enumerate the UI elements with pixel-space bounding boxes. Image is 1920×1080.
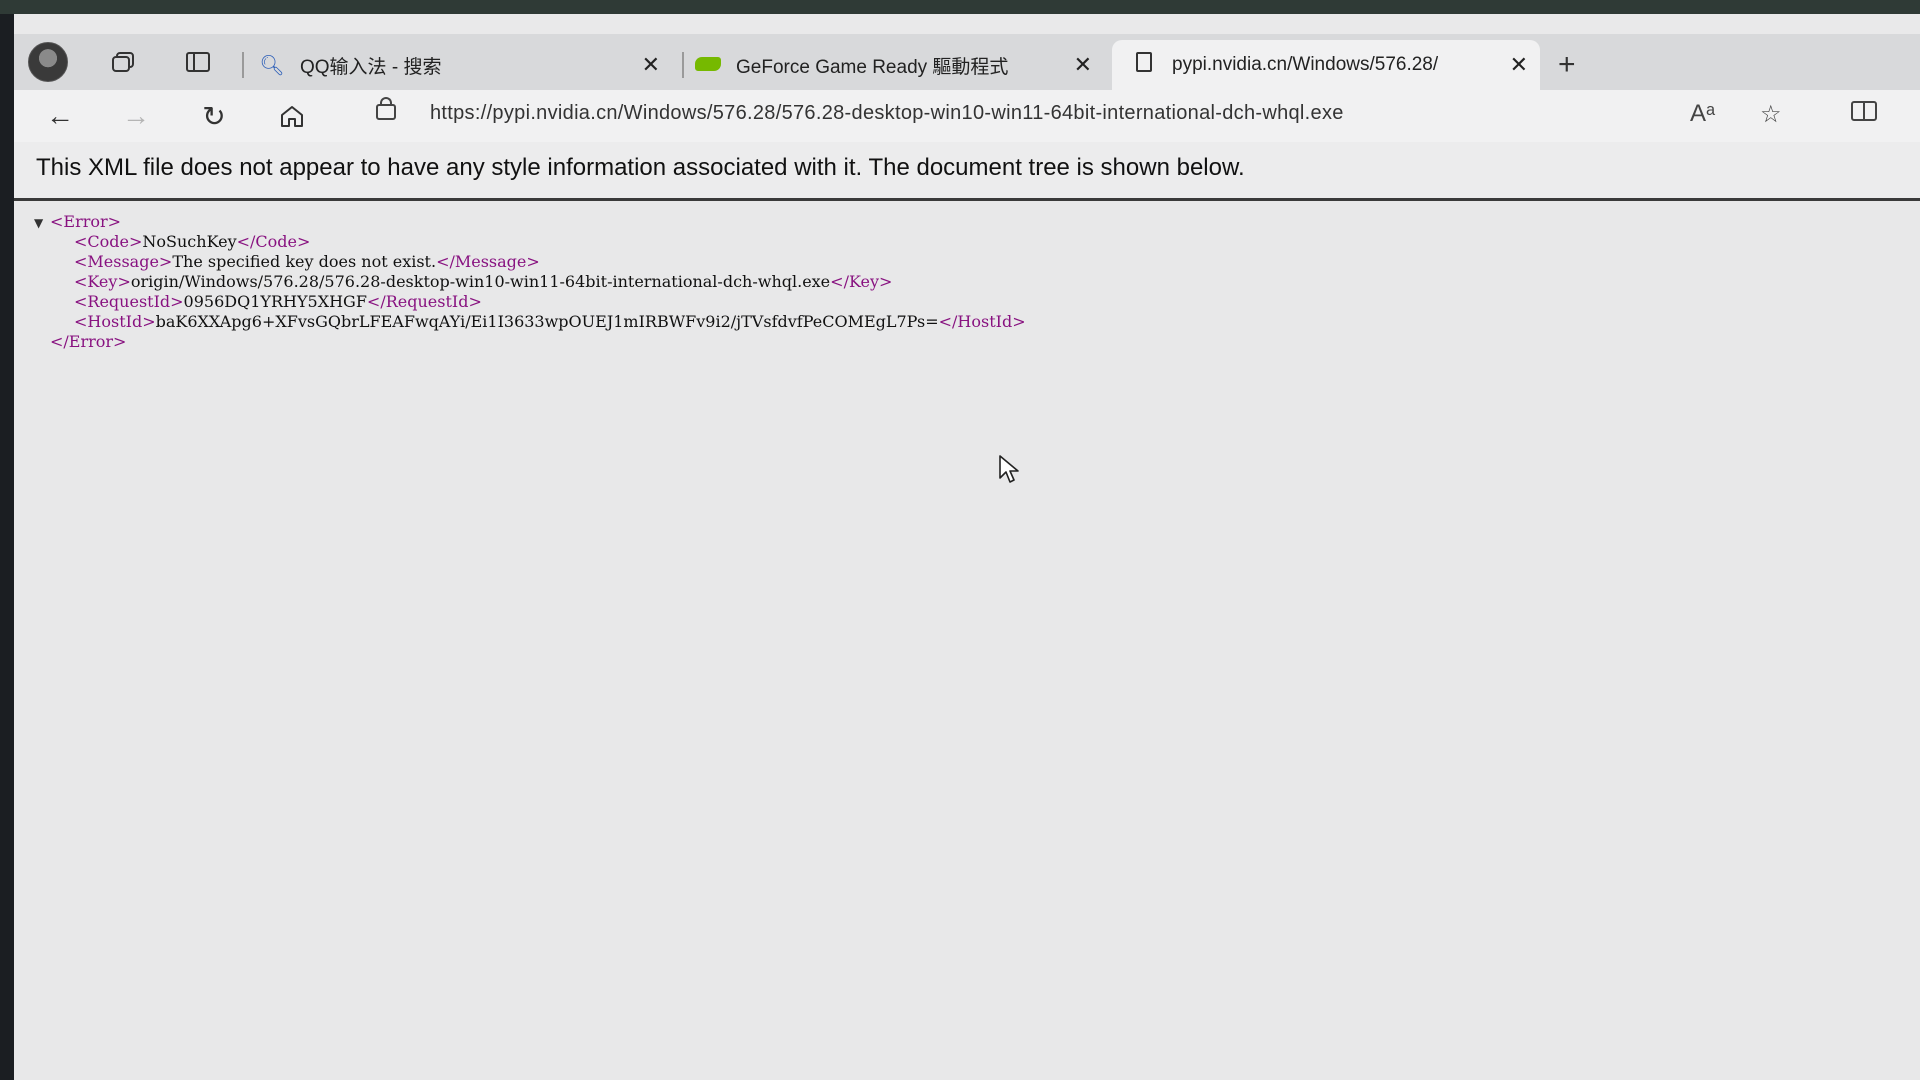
tab-separator [682,52,684,78]
xml-tag: <Key> [74,272,131,291]
xml-value: baK6XXApg6+XFvsGQbrLFEAFwqAYi/Ei1I3633wp… [155,312,939,331]
split-screen-button[interactable] [1850,100,1878,129]
xml-node-code: <Code>NoSuchKey</Code> [34,232,1026,252]
xml-tag: </Message> [436,252,540,271]
vertical-tabs-icon[interactable] [178,42,218,82]
browser-window: 🔍︎ QQ输入法 - 搜索 ✕ GeForce Game Ready 驅動程式 … [14,14,1920,1080]
tab-label: QQ输入法 - 搜索 [300,56,442,78]
tab-label: GeForce Game Ready 驅動程式 [736,56,1009,78]
banner-text: This XML file does not appear to have an… [36,154,1245,181]
xml-tag: <RequestId> [74,292,184,311]
xml-node-key: <Key>origin/Windows/576.28/576.28-deskto… [34,272,1026,292]
xml-tag: <Message> [74,252,173,271]
forward-button[interactable]: → [116,98,156,134]
arrow-right-icon: → [122,100,150,131]
refresh-button[interactable]: ↻ [194,98,234,134]
page-content: This XML file does not appear to have an… [14,142,1920,1080]
xml-value: 0956DQ1YRHY5XHGF [183,292,367,311]
split-screen-icon [1851,101,1877,121]
search-icon: 🔍︎ [259,54,285,77]
xml-value: NoSuchKey [142,232,237,251]
document-icon [1130,52,1158,78]
xml-value: The specified key does not exist. [172,252,437,271]
close-icon[interactable]: ✕ [1510,52,1528,78]
xml-info-banner: This XML file does not appear to have an… [14,142,1920,201]
avatar-icon [28,42,68,82]
workspaces-icon[interactable] [104,42,144,82]
navigation-toolbar: ← → ↻ https://pypi.nvidia.cn/Windows/576… [14,90,1920,142]
xml-root-open[interactable]: ▼ <Error> [34,212,1026,232]
tab-label: pypi.nvidia.cn/Windows/576.28/ [1172,54,1439,75]
xml-value: origin/Windows/576.28/576.28-desktop-win… [130,272,831,291]
xml-tag: <Error> [50,212,122,231]
arrow-left-icon: ← [46,100,74,131]
star-icon: ☆ [1760,101,1782,128]
read-aloud-icon: Aᵃ [1690,100,1715,127]
xml-node-message: <Message>The specified key does not exis… [34,252,1026,272]
close-icon[interactable]: ✕ [642,52,660,78]
xml-tag: <HostId> [74,312,156,331]
read-aloud-button[interactable]: Aᵃ [1690,100,1715,128]
tab-geforce-driver[interactable]: GeForce Game Ready 驅動程式 ✕ [694,40,1104,90]
xml-tag: </RequestId> [366,292,482,311]
favorite-button[interactable]: ☆ [1760,100,1782,129]
xml-tag: </Error> [50,332,127,351]
tab-pypi-nvidia[interactable]: pypi.nvidia.cn/Windows/576.28/ ✕ [1112,40,1540,90]
close-icon[interactable]: ✕ [1074,52,1092,78]
xml-tree: ▼ <Error> <Code>NoSuchKey</Code> <Message… [34,212,1026,352]
xml-tag: </Key> [830,272,893,291]
back-button[interactable]: ← [40,98,80,134]
collapse-triangle-icon[interactable]: ▼ [34,213,50,233]
address-bar[interactable]: https://pypi.nvidia.cn/Windows/576.28/57… [430,102,1344,125]
xml-tag: </HostId> [938,312,1026,331]
lock-icon[interactable] [376,97,396,120]
tab-strip: 🔍︎ QQ输入法 - 搜索 ✕ GeForce Game Ready 驅動程式 … [14,34,1920,90]
refresh-icon: ↻ [202,100,226,132]
profile-avatar[interactable] [28,42,68,82]
tab-qq-search[interactable]: 🔍︎ QQ输入法 - 搜索 ✕ [258,40,672,90]
tab-separator [242,52,244,78]
new-tab-button[interactable]: + [1558,48,1576,82]
xml-root-close: </Error> [34,332,1026,352]
home-icon [281,106,303,127]
xml-tag: <Code> [74,232,143,251]
nvidia-logo-icon [694,54,722,77]
xml-node-hostid: <HostId>baK6XXApg6+XFvsGQbrLFEAFwqAYi/Ei… [34,312,1026,332]
monitor-bezel [0,0,1920,14]
home-button[interactable] [272,98,312,134]
xml-tag: </Code> [236,232,311,251]
xml-node-requestid: <RequestId>0956DQ1YRHY5XHGF</RequestId> [34,292,1026,312]
